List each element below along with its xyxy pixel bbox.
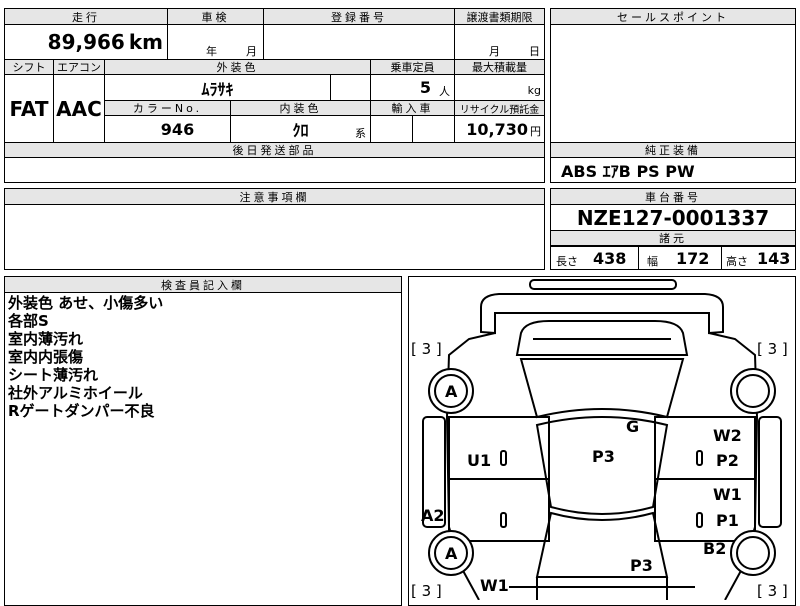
transfer-cell: 月 日 (454, 25, 544, 59)
tire-tread-front-right: [ 3 ] (757, 340, 788, 358)
sales-point-header: セールスポイント (551, 9, 795, 25)
mark-w1-right: W1 (713, 485, 742, 504)
exterior-color-value: ﾑﾗｻｷ (201, 79, 234, 99)
equipment-cell: ABS ｴｱB PS PW (551, 158, 795, 182)
aircon-value: AAC (56, 96, 102, 121)
equipment-value: ABS ｴｱB PS PW (561, 162, 695, 181)
inspector-header: 検査員記入欄 (5, 277, 401, 293)
inspection-year-unit: 年 (206, 45, 217, 58)
capacity-value: 5 (419, 78, 431, 97)
mark-u1: U1 (467, 451, 492, 470)
note-line: シート薄汚れ (8, 366, 99, 384)
aircon-cell: AAC (53, 75, 104, 142)
mileage-cell: 89,966 km (5, 25, 167, 59)
width-label: 幅 (647, 255, 658, 268)
inspection-header: 車検 (167, 9, 263, 25)
aircon-header: エアコン (53, 59, 104, 75)
shift-value: FAT (9, 96, 49, 121)
exterior-color-suffix-cell (330, 75, 370, 100)
interior-color-suffix: 系 (355, 127, 366, 140)
import-cell-a (370, 116, 412, 142)
mark-p2: P2 (716, 451, 739, 470)
mileage-unit: km (128, 30, 163, 54)
note-line: Rゲートダンパー不良 (8, 402, 155, 420)
later-parts-header: 後日発送部品 (5, 142, 544, 158)
note-line: 室内内張傷 (8, 348, 84, 366)
shift-header: シフト (5, 59, 53, 75)
note-line: 各部S (8, 312, 49, 330)
car-body (445, 332, 759, 600)
mark-p3-roof: P3 (592, 447, 615, 466)
inspection-month-unit: 月 (246, 45, 257, 58)
color-no-value: 946 (160, 119, 195, 139)
shift-cell: FAT (5, 75, 53, 142)
length-label: 長さ (556, 255, 578, 268)
mark-a-front-left: A (445, 382, 458, 401)
note-line: 室内薄汚れ (8, 330, 84, 348)
mark-g: G (626, 417, 640, 436)
registration-cell (263, 25, 454, 59)
recycle-unit: 円 (530, 125, 541, 138)
caution-header: 注意事項欄 (5, 189, 544, 205)
color-no-header: カラーNo. (104, 100, 230, 116)
front-bumper-top (529, 279, 677, 290)
recycle-header: リサイクル預託金 (454, 100, 544, 116)
chassis-cell: NZE127-0001337 (551, 205, 795, 230)
height-value: 143 (757, 249, 791, 268)
right-skirt (758, 416, 782, 528)
capacity-unit: 人 (439, 84, 450, 98)
capacity-header: 乗車定員 (370, 59, 454, 75)
note-line: 社外アルミホイール (8, 384, 143, 402)
mileage-value: 89,966 (47, 30, 125, 54)
transfer-deadline-header: 譲渡書類期限 (454, 9, 544, 25)
chassis-header: 車台番号 (551, 189, 795, 205)
front-bumper (480, 293, 724, 335)
mark-a2: A2 (421, 506, 445, 525)
specs-row: 長さ 438 幅 172 高さ 143 (551, 246, 795, 270)
left-front-door (448, 416, 550, 480)
interior-color-cell: ｸﾛ 系 (230, 116, 370, 142)
inspection-cell: 年 月 (167, 25, 263, 59)
interior-color-value: ｸﾛ (292, 121, 309, 140)
exterior-color-header: 外装色 (104, 59, 370, 75)
equipment-header: 純正装備 (551, 142, 795, 158)
mark-w2: W2 (713, 426, 742, 445)
max-load-cell: kg (454, 75, 544, 100)
mileage-header: 走行 (5, 9, 167, 25)
height-label: 高さ (726, 255, 748, 268)
import-cell-b (412, 116, 454, 142)
mark-p1: P1 (716, 511, 739, 530)
inspector-notes: 外装色 あせ、小傷多い 各部S 室内薄汚れ 室内内張傷 シート薄汚れ 社外アルミ… (8, 294, 398, 420)
exterior-color-cell: ﾑﾗｻｷ (104, 75, 330, 100)
max-load-unit: kg (527, 84, 541, 97)
note-line: 外装色 あせ、小傷多い (8, 294, 164, 312)
specs-divider-1 (638, 247, 639, 270)
mark-p3-rear: P3 (630, 556, 653, 575)
specs-divider-2 (721, 247, 722, 270)
transfer-day-unit: 日 (529, 45, 540, 58)
specs-header: 諸元 (551, 230, 795, 246)
width-value: 172 (676, 249, 710, 268)
windshield (519, 358, 685, 419)
capacity-cell: 5 人 (370, 75, 454, 100)
tire-tread-front-left: [ 3 ] (411, 340, 442, 358)
import-header: 輸入車 (370, 100, 454, 116)
tire-tread-rear-right: [ 3 ] (757, 582, 788, 600)
color-no-cell: 946 (104, 116, 230, 142)
transfer-month-unit: 月 (489, 45, 500, 58)
mark-b2: B2 (703, 539, 727, 558)
left-rear-door (448, 478, 550, 542)
mark-a-rear-left: A (445, 544, 458, 563)
interior-color-header: 内装色 (230, 100, 370, 116)
recycle-value: 10,730 (466, 119, 528, 139)
rear-bumper (509, 577, 695, 600)
chassis-number: NZE127-0001337 (576, 205, 770, 230)
tire-tread-rear-left: [ 3 ] (411, 582, 442, 600)
mark-w1-rear: W1 (480, 576, 509, 595)
length-value: 438 (593, 249, 627, 268)
registration-header: 登録番号 (263, 9, 454, 25)
recycle-cell: 10,730 円 (454, 116, 544, 142)
max-load-header: 最大積載量 (454, 59, 544, 75)
